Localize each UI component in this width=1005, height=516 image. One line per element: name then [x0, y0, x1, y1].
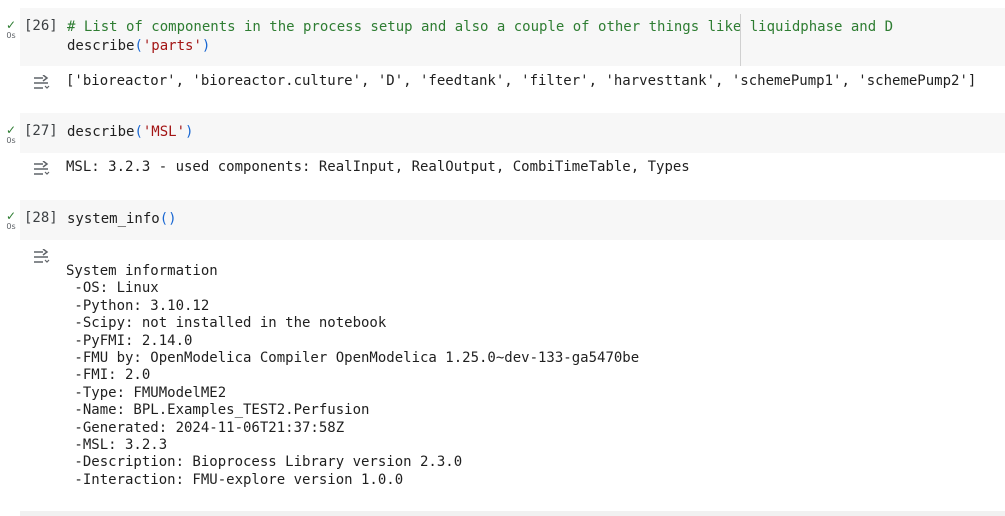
- open-paren: (: [134, 124, 143, 140]
- output-toggle-icon[interactable]: [32, 161, 50, 175]
- cell-output: System information -OS: Linux -Python: 3…: [66, 263, 639, 489]
- output-line: -Description: Bioprocess Library version…: [66, 454, 463, 471]
- text-cursor: [740, 14, 741, 66]
- open-paren: (: [134, 38, 143, 54]
- output-line: -MSL: 3.2.3: [66, 437, 168, 454]
- run-status[interactable]: ✓ 0s: [4, 210, 18, 231]
- code-line[interactable]: system_info(): [67, 210, 177, 228]
- code-line[interactable]: # List of components in the process setu…: [67, 18, 893, 36]
- output-line: -Scipy: not installed in the notebook: [66, 315, 387, 332]
- output-line: -Python: 3.10.12: [66, 297, 210, 314]
- code-line[interactable]: describe('MSL'): [67, 123, 193, 141]
- output-toggle-icon[interactable]: [32, 249, 50, 263]
- output-line: -Generated: 2024-11-06T21:37:58Z: [66, 419, 345, 436]
- output-line: -Name: BPL.Examples_TEST2.Perfusion: [66, 402, 370, 419]
- output-line: -FMI: 2.0: [66, 367, 151, 384]
- string-argument: 'parts': [142, 38, 202, 54]
- cell-output: ['bioreactor', 'bioreactor.culture', 'D'…: [66, 73, 977, 89]
- string-argument: 'MSL': [142, 124, 186, 140]
- check-icon: ✓: [5, 18, 17, 32]
- execution-time: 0s: [6, 136, 16, 145]
- cell-output: MSL: 3.2.3 - used components: RealInput,…: [66, 159, 690, 175]
- code-line[interactable]: describe('parts'): [67, 37, 210, 55]
- code-comment: # List of components in the process setu…: [67, 19, 894, 35]
- next-cell-edge[interactable]: [20, 511, 1005, 516]
- output-line: -OS: Linux: [66, 280, 159, 297]
- output-line: System information: [66, 263, 218, 279]
- output-line: -PyFMI: 2.14.0: [66, 332, 193, 349]
- function-name: system_info: [67, 211, 160, 227]
- output-line: -Interaction: FMU-explore version 1.0.0: [66, 471, 404, 488]
- run-status[interactable]: ✓ 0s: [4, 19, 18, 40]
- execution-count: [28]: [24, 210, 58, 226]
- close-paren: ): [201, 38, 211, 54]
- check-icon: ✓: [5, 209, 17, 223]
- call-parens: (): [159, 211, 177, 227]
- execution-count: [26]: [24, 18, 58, 34]
- output-toggle-icon[interactable]: [32, 75, 50, 89]
- execution-count: [27]: [24, 123, 58, 139]
- output-line: -FMU by: OpenModelica Compiler OpenModel…: [66, 350, 640, 367]
- run-status[interactable]: ✓ 0s: [4, 124, 18, 145]
- function-name: describe: [67, 124, 135, 140]
- check-icon: ✓: [5, 123, 17, 137]
- execution-time: 0s: [6, 31, 16, 40]
- close-paren: ): [185, 124, 194, 140]
- output-line: -Type: FMUModelME2: [66, 384, 227, 401]
- function-name: describe: [67, 38, 135, 54]
- execution-time: 0s: [6, 222, 16, 231]
